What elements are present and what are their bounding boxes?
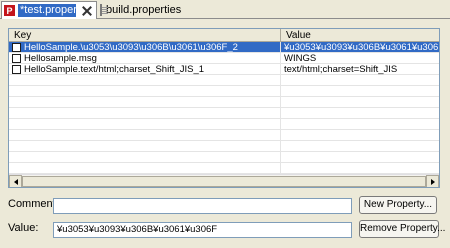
properties-editor-icon: P (4, 5, 15, 16)
empty-row (9, 108, 439, 119)
empty-row (9, 152, 439, 163)
value-field[interactable]: ¥u3053¥u3093¥u306B¥u3061¥u306F (53, 222, 352, 238)
arrow-right-icon (430, 178, 435, 185)
empty-row (9, 130, 439, 141)
comment-label: Comment: (8, 198, 59, 210)
tab-label: build.properties (106, 4, 182, 16)
scroll-right-button[interactable] (426, 175, 439, 187)
key-cell[interactable]: HelloSample.\u3053\u3093\u306B\u3061\u30… (9, 41, 281, 53)
horizontal-scrollbar[interactable] (9, 174, 439, 187)
scroll-left-button[interactable] (9, 175, 22, 187)
table-row[interactable]: HelloSample.\u3053\u3093\u306B\u3061\u30… (9, 41, 439, 53)
comment-field[interactable] (53, 198, 352, 214)
close-icon[interactable] (82, 6, 92, 16)
row-checkbox[interactable] (12, 64, 21, 74)
new-property-button[interactable]: New Property... (359, 196, 437, 214)
empty-row (9, 75, 439, 86)
row-checkbox[interactable] (12, 53, 21, 63)
empty-row (9, 86, 439, 97)
remove-property-button[interactable]: Remove Property... (359, 220, 445, 238)
properties-table[interactable]: Key Value HelloSample.\u3053\u3093\u306B… (8, 28, 440, 188)
tab-test-properties[interactable]: P *test.properties (1, 1, 97, 19)
value-cell[interactable]: text/html;charset=Shift_JIS (281, 64, 439, 75)
value-cell[interactable]: WINGS (281, 53, 439, 64)
empty-row (9, 97, 439, 108)
key-text: HelloSample.text/html;charset_Shift_JIS_… (24, 63, 205, 75)
key-cell[interactable]: HelloSample.text/html;charset_Shift_JIS_… (9, 63, 281, 75)
value-cell[interactable]: ¥u3053¥u3093¥u306B¥u3061¥u306F (281, 42, 439, 53)
table-row[interactable]: HelloSample.text/html;charset_Shift_JIS_… (9, 63, 439, 75)
key-text: HelloSample.\u3053\u3093\u306B\u3061\u30… (24, 41, 238, 53)
key-text: Hellosample.msg (24, 52, 97, 64)
table-header: Key Value (9, 29, 439, 42)
column-header-value[interactable]: Value (281, 29, 439, 42)
arrow-left-icon (13, 178, 18, 185)
table-body: HelloSample.\u3053\u3093\u306B\u3061\u30… (9, 41, 439, 174)
editor-tab-bar: P *test.properties build.properties (0, 0, 450, 19)
tab-label: *test.properties (18, 4, 76, 17)
empty-row (9, 141, 439, 152)
value-label: Value: (8, 222, 39, 234)
table-row[interactable]: Hellosample.msg WINGS (9, 52, 439, 64)
scrollbar-thumb[interactable] (22, 176, 426, 187)
tab-build-properties[interactable]: build.properties (100, 1, 182, 19)
key-cell[interactable]: Hellosample.msg (9, 52, 281, 64)
column-header-key[interactable]: Key (9, 29, 281, 42)
empty-row (9, 163, 439, 174)
properties-file-icon (100, 4, 108, 16)
empty-row (9, 119, 439, 130)
row-checkbox[interactable] (12, 42, 21, 52)
